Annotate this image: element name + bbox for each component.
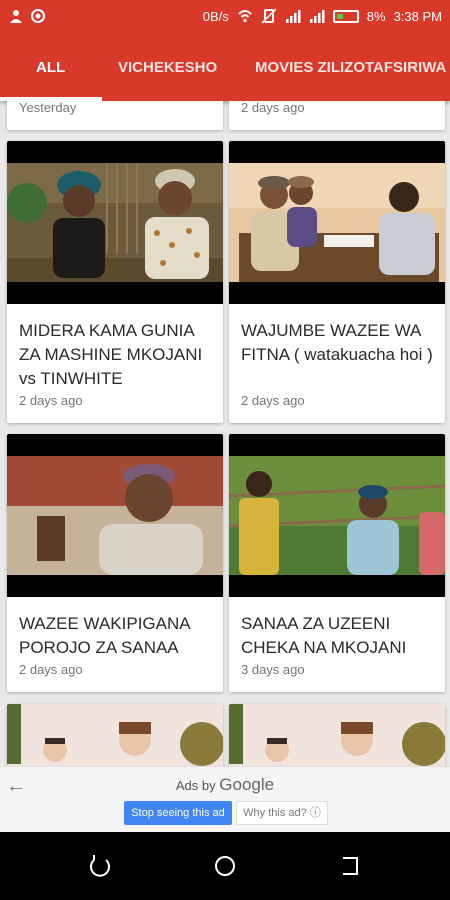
network-speed: 0B/s (202, 8, 229, 24)
video-thumbnail[interactable] (229, 434, 445, 597)
signal-icon-2 (309, 8, 325, 24)
stop-seeing-ad-button[interactable]: Stop seeing this ad (124, 801, 232, 825)
video-thumbnail[interactable] (229, 141, 445, 304)
video-thumbnail[interactable] (229, 704, 445, 766)
video-card[interactable]: SANAA ZA UZEENI CHEKA NA MKOJANI 3 days … (229, 434, 445, 692)
video-date: Yesterday (19, 101, 77, 115)
video-title: MIDERA KAMA GUNIA ZA MASHINE MKOJANI vs … (19, 321, 203, 388)
status-bar: 0B/s 8% 3:38 PM (0, 0, 450, 34)
video-card[interactable]: WAJUMBE WAZEE WA FITNA ( watakuacha hoi … (229, 141, 445, 423)
video-card[interactable]: MIDERA KAMA GUNIA ZA MASHINE MKOJANI vs … (7, 141, 223, 423)
video-thumbnail[interactable] (7, 434, 223, 597)
video-date: 2 days ago (241, 101, 305, 115)
navigation-bar (0, 832, 450, 900)
tab-bar: ALL VICHEKESHO MOVIES ZILIZOTAFSIRIWA (0, 34, 450, 101)
video-thumbnail[interactable] (7, 141, 223, 304)
back-icon[interactable] (338, 854, 362, 878)
tab-all[interactable]: ALL (36, 34, 65, 101)
battery-icon (332, 9, 359, 23)
video-title: WAJUMBE WAZEE WA FITNA ( watakuacha hoi … (241, 321, 433, 364)
google-logo: Google (219, 775, 275, 794)
video-card[interactable]: 2 days ago (229, 101, 445, 130)
ad-banner: ← Ads by Google Stop seeing this ad Why … (0, 766, 450, 832)
person-icon (8, 8, 24, 24)
video-card[interactable]: Yesterday (7, 101, 223, 130)
video-date: 2 days ago (241, 393, 305, 408)
home-icon[interactable] (213, 854, 237, 878)
wifi-icon (237, 8, 253, 24)
video-thumbnail[interactable] (7, 704, 223, 766)
video-card[interactable]: WAZEE WAKIPIGANA POROJO ZA SANAA 2 days … (7, 434, 223, 692)
ads-by-google: Ads by Google (175, 775, 275, 794)
why-this-ad-button[interactable]: Why this ad? ⓘ (236, 801, 328, 825)
video-date: 3 days ago (241, 662, 305, 677)
video-date: 2 days ago (19, 393, 83, 408)
video-title: SANAA ZA UZEENI CHEKA NA MKOJANI (241, 614, 407, 657)
tab-vichekesho[interactable]: VICHEKESHO (118, 34, 217, 101)
vibrate-icon (261, 8, 277, 24)
video-card[interactable] (7, 704, 223, 766)
recent-apps-icon[interactable] (88, 854, 112, 878)
record-icon (30, 8, 46, 24)
video-card[interactable] (229, 704, 445, 766)
video-title: WAZEE WAKIPIGANA POROJO ZA SANAA (19, 614, 190, 657)
clock: 3:38 PM (393, 8, 442, 24)
video-list[interactable]: Yesterday 2 days ago MIDERA KAMA GUNIA Z… (0, 101, 450, 766)
tab-movies-zilizotafsiriwa[interactable]: MOVIES ZILIZOTAFSIRIWA (255, 34, 446, 101)
video-date: 2 days ago (19, 662, 83, 677)
battery-percent: 8% (366, 8, 386, 24)
signal-icon (285, 8, 301, 24)
